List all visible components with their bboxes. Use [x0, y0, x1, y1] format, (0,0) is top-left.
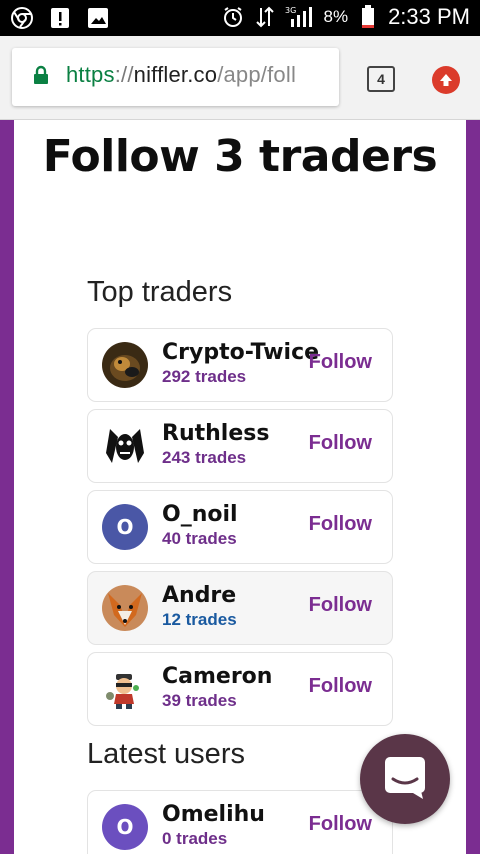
trade-count: 292 trades: [162, 367, 247, 386]
user-card[interactable]: O Omelihu 0 trades Follow: [87, 790, 393, 854]
clock: 2:33 PM: [388, 4, 470, 29]
trade-count: 243 trades: [162, 448, 247, 467]
url-text[interactable]: https://niffler.co/app/foll: [66, 62, 296, 88]
follow-button[interactable]: Follow: [309, 675, 372, 698]
chat-launcher-button[interactable]: [360, 734, 450, 824]
update-available-icon[interactable]: [432, 66, 460, 94]
alarm-icon: [221, 5, 245, 29]
lock-icon: [33, 65, 49, 90]
signal-icon: 3G: [285, 5, 315, 29]
follow-button[interactable]: Follow: [309, 594, 372, 617]
svg-text:3G: 3G: [285, 6, 296, 15]
status-bar: 3G 8% 2:33 PM: [0, 0, 480, 36]
latest-users-heading: Latest users: [87, 738, 245, 770]
battery-percent: 8%: [323, 7, 349, 26]
trader-name: O_noil: [162, 502, 238, 527]
address-bar[interactable]: https://niffler.co/app/foll: [12, 48, 339, 106]
url-path: /app/foll: [217, 62, 297, 87]
trade-count: 0 trades: [162, 829, 228, 848]
image-icon: [86, 6, 110, 30]
avatar: O: [102, 804, 148, 850]
notification-icons: [10, 6, 110, 30]
avatar: [102, 342, 148, 388]
avatar: [102, 666, 148, 712]
trader-name: Crypto-Twice: [162, 340, 320, 365]
browser-toolbar: https://niffler.co/app/foll 4: [0, 36, 480, 120]
url-scheme: https: [66, 62, 115, 87]
trader-name: Cameron: [162, 664, 273, 689]
follow-button[interactable]: Follow: [309, 351, 372, 374]
trader-card[interactable]: Ruthless 243 trades Follow: [87, 409, 393, 483]
avatar: O: [102, 504, 148, 550]
alert-icon: [48, 6, 72, 30]
avatar: [102, 423, 148, 469]
system-icons: 3G 8% 2:33 PM: [221, 4, 470, 30]
page-title: Follow 3 traders: [42, 131, 438, 182]
avatar: [102, 585, 148, 631]
trader-card[interactable]: Crypto-Twice 292 trades Follow: [87, 328, 393, 402]
follow-button[interactable]: Follow: [309, 813, 372, 836]
url-separator: ://: [114, 62, 134, 87]
follow-button[interactable]: Follow: [309, 513, 372, 536]
trader-card[interactable]: O O_noil 40 trades Follow: [87, 490, 393, 564]
battery-icon: [356, 5, 380, 29]
tab-switcher-button[interactable]: 4: [367, 66, 395, 92]
user-name: Omelihu: [162, 802, 265, 827]
follow-button[interactable]: Follow: [309, 432, 372, 455]
top-traders-heading: Top traders: [87, 276, 233, 308]
trader-card[interactable]: Andre 12 trades Follow: [87, 571, 393, 645]
trader-card[interactable]: Cameron 39 trades Follow: [87, 652, 393, 726]
trade-count: 12 trades: [162, 610, 237, 629]
trader-name: Andre: [162, 583, 237, 608]
url-host: niffler.co: [133, 62, 218, 87]
chrome-icon: [10, 6, 34, 30]
trade-count: 39 trades: [162, 691, 237, 710]
trade-count: 40 trades: [162, 529, 237, 548]
trader-name: Ruthless: [162, 421, 270, 446]
chat-icon: [383, 755, 427, 804]
data-transfer-icon: [253, 5, 277, 29]
